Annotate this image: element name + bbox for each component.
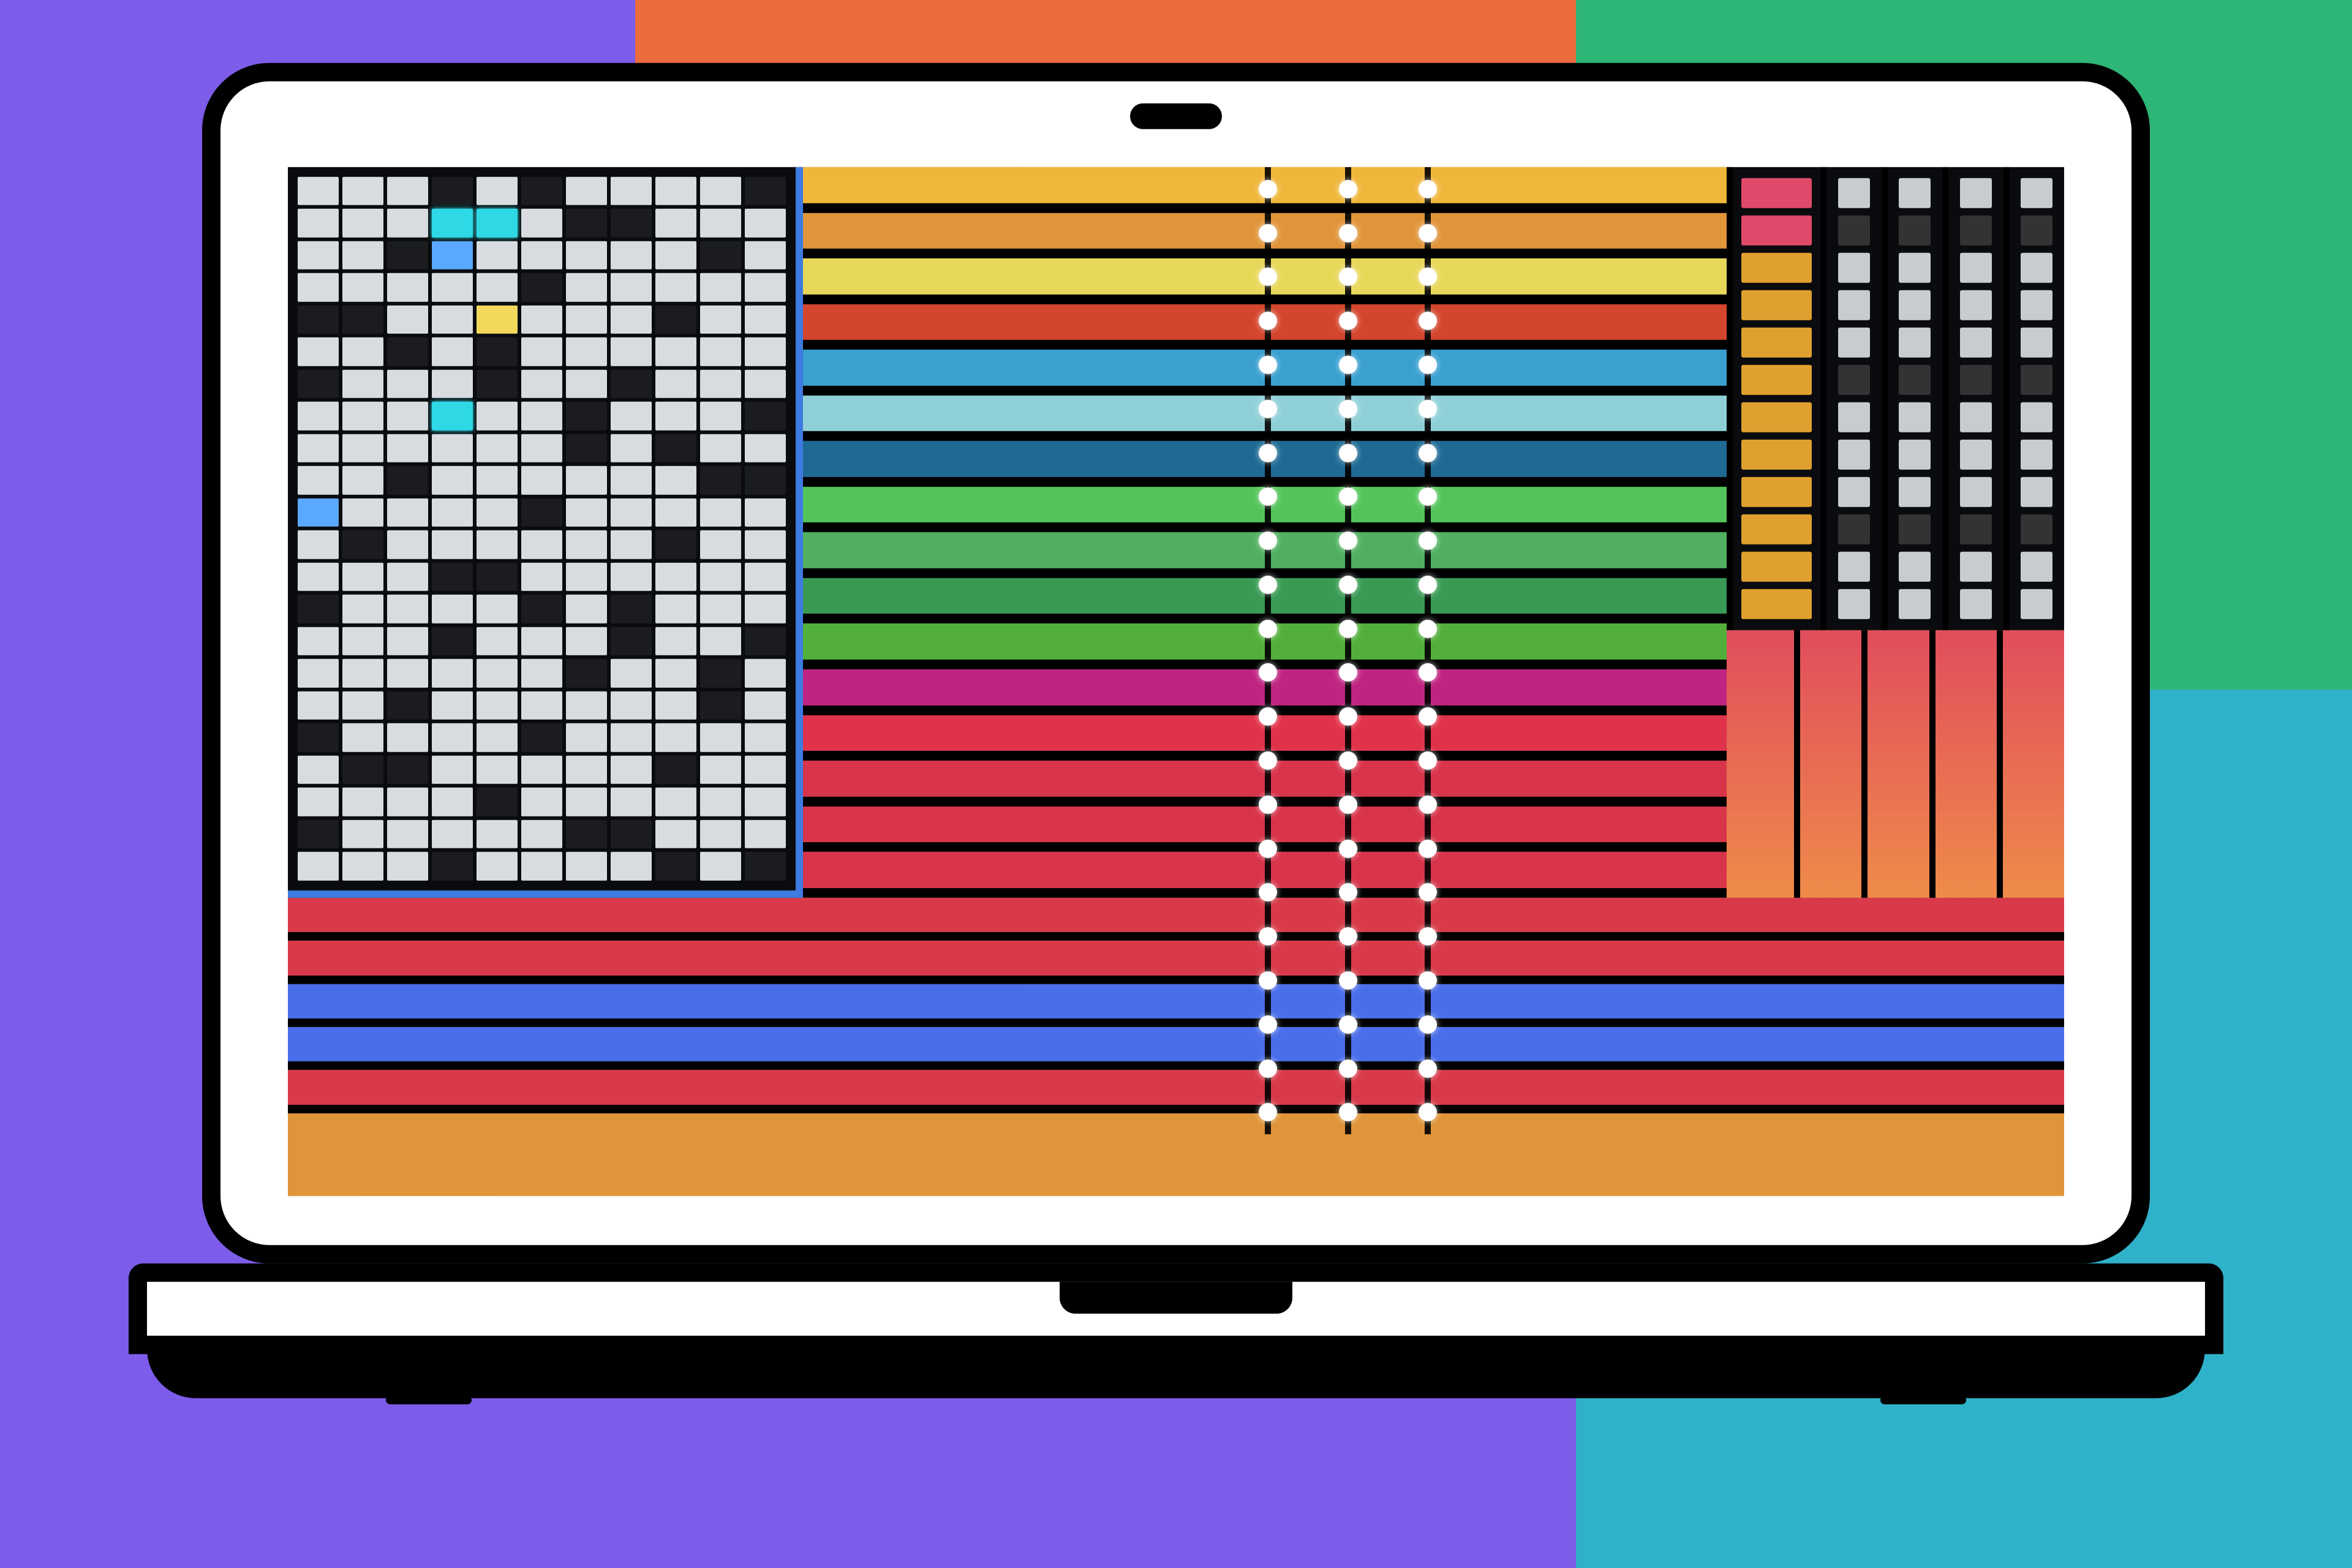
laptop-base <box>129 1264 2223 1398</box>
laptop-illustration <box>129 63 2223 1398</box>
meter-column <box>1820 167 1881 630</box>
hinge-notch <box>1060 1282 1292 1314</box>
lower-track <box>288 1027 2064 1070</box>
meter-column <box>1942 167 2003 630</box>
lower-tracks <box>288 898 2064 1196</box>
lower-track <box>288 984 2064 1027</box>
lower-track <box>288 898 2064 941</box>
left-grid-panel <box>288 167 803 898</box>
meter-column <box>1882 167 1942 630</box>
meter-column <box>2003 167 2064 630</box>
laptop-screen <box>288 167 2064 1196</box>
camera-icon <box>1130 104 1222 129</box>
lower-track <box>288 1113 2064 1196</box>
lower-track <box>288 1070 2064 1113</box>
right-meter-panel <box>1727 167 2064 630</box>
laptop-lid <box>202 63 2150 1264</box>
right-panel-lower <box>1727 630 2064 898</box>
meter-column <box>1727 167 1820 630</box>
lower-track <box>288 941 2064 984</box>
